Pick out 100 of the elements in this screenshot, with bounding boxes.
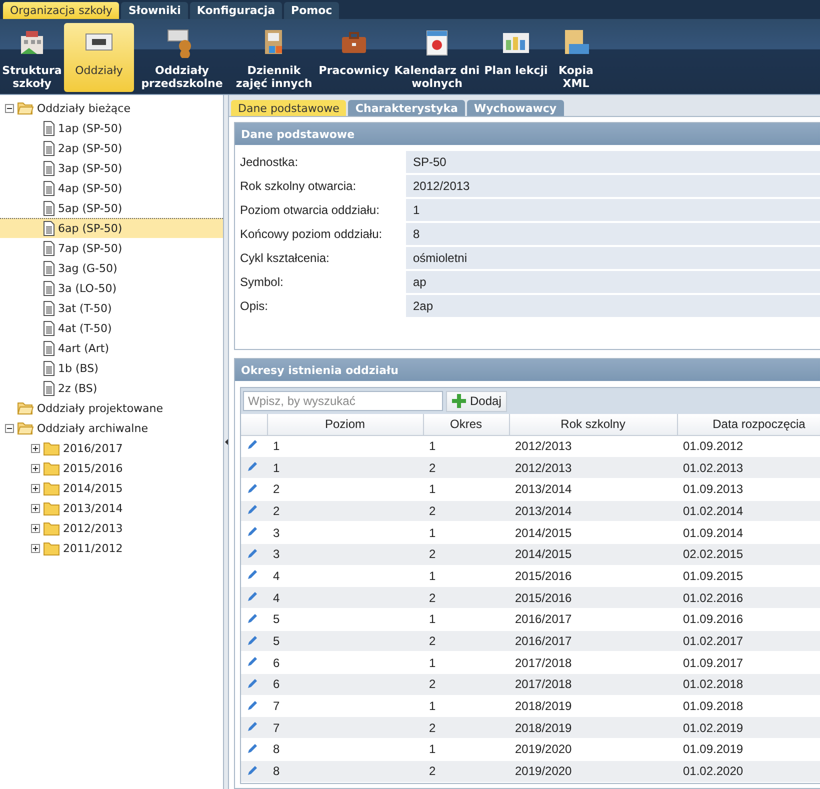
pencil-icon[interactable] (247, 676, 259, 689)
tree-item[interactable]: 2015/2016 (0, 458, 223, 478)
toolbar-button[interactable]: Dziennik zajęć innych (230, 23, 318, 92)
collapse-icon[interactable] (5, 104, 14, 113)
tree-item[interactable]: Oddziały projektowane (0, 398, 223, 418)
table-cell: 1 (267, 456, 423, 478)
table-cell: 2 (267, 478, 423, 500)
tree-item[interactable]: 2014/2015 (0, 478, 223, 498)
menu-tab[interactable]: Organizacja szkoły (3, 2, 120, 19)
tree-item[interactable]: 3ag (G-50) (0, 258, 223, 278)
tree-item[interactable]: 2ap (SP-50) (0, 138, 223, 158)
pencil-icon[interactable] (247, 590, 259, 602)
field-value: 2ap (406, 295, 820, 317)
tree-item[interactable]: 3ap (SP-50) (0, 158, 223, 178)
tree-item[interactable]: 2013/2014 (0, 498, 223, 518)
document-icon (43, 221, 55, 236)
pencil-icon[interactable] (247, 634, 259, 646)
pencil-icon[interactable] (247, 698, 259, 711)
table-cell: 01.02.2013 (677, 456, 820, 478)
expand-icon[interactable] (31, 524, 40, 533)
pencil-icon[interactable] (247, 482, 259, 494)
menu-tab[interactable]: Słowniki (121, 2, 188, 19)
pencil-icon[interactable] (247, 525, 259, 538)
tree-item[interactable]: 7ap (SP-50) (0, 238, 223, 258)
toolbar-button[interactable]: Kalendarz dni wolnych (390, 23, 484, 92)
toolbar-button[interactable]: Plan lekcji (484, 23, 548, 92)
toolbar-button[interactable]: Struktura szkoły (0, 23, 64, 92)
tree-item[interactable]: 2011/2012 (0, 538, 223, 558)
toolbar-button[interactable]: Kopia XML (548, 23, 604, 92)
menu-tab[interactable]: Pomoc (284, 2, 340, 19)
pencil-icon[interactable] (247, 720, 259, 732)
document-icon (43, 301, 55, 316)
tree-item[interactable]: 2012/2013 (0, 518, 223, 538)
field-value: 8 (406, 223, 820, 245)
expand-icon[interactable] (31, 484, 40, 493)
pencil-icon[interactable] (247, 503, 259, 516)
table-cell: 2019/2020 (509, 760, 677, 782)
table-cell: 01.02.2020 (677, 760, 820, 782)
tree-item[interactable]: 4ap (SP-50) (0, 178, 223, 198)
table-cell: 3 (267, 543, 423, 566)
toolbar-button[interactable]: Pracownicy (318, 23, 390, 92)
field-label: Końcowy poziom oddziału: (240, 226, 384, 243)
panel-title: Dane podstawowe (235, 123, 820, 145)
field-value: 2012/2013 (406, 175, 820, 197)
search-field[interactable]: Wpisz, by wyszukać (243, 391, 443, 411)
document-icon (43, 281, 55, 296)
pencil-icon[interactable] (247, 764, 259, 776)
table-cell: 01.02.2018 (677, 674, 820, 696)
document-icon (43, 321, 55, 336)
toolbar-button[interactable]: Oddziały przedszkolne (134, 23, 230, 92)
expand-icon[interactable] (31, 504, 40, 513)
collapse-icon[interactable] (5, 424, 14, 433)
column-header[interactable]: Okres (423, 414, 509, 435)
table-cell: 1 (423, 522, 509, 544)
pencil-icon[interactable] (247, 742, 259, 754)
tree-item[interactable]: Oddziały bieżące (0, 98, 223, 118)
expand-icon[interactable] (31, 444, 40, 453)
table-cell: 2 (423, 543, 509, 566)
column-header[interactable]: Data rozpoczęcia (677, 414, 820, 435)
document-icon (43, 141, 55, 156)
menu-tab[interactable]: Konfiguracja (190, 2, 282, 19)
open-folder-icon (17, 401, 34, 416)
tree-item[interactable]: Oddziały archiwalne (0, 418, 223, 438)
field-label: Rok szkolny otwarcia: (240, 178, 358, 195)
pencil-icon[interactable] (247, 460, 259, 472)
column-header[interactable]: Rok szkolny (509, 414, 677, 435)
pencil-icon[interactable] (247, 655, 259, 668)
tree-item[interactable]: 4art (Art) (0, 338, 223, 358)
toolbar-button[interactable]: Oddziały (64, 23, 134, 92)
table-cell: 2014/2015 (509, 522, 677, 544)
expand-icon[interactable] (31, 544, 40, 553)
field-label: Poziom otwarcia oddziału: (240, 202, 380, 219)
tree-item[interactable]: 2z (BS) (0, 378, 223, 398)
tree-item[interactable]: 6ap (SP-50) (0, 218, 223, 238)
tree-item[interactable]: 3at (T-50) (0, 298, 223, 318)
tree-item[interactable]: 5ap (SP-50) (0, 198, 223, 218)
add-button[interactable]: Dodaj (446, 390, 508, 412)
document-icon (43, 341, 55, 356)
table-cell: 01.09.2014 (677, 522, 820, 544)
tree-item[interactable]: 1b (BS) (0, 358, 223, 378)
table-cell: 6 (267, 674, 423, 696)
table-cell: 8 (267, 760, 423, 782)
document-icon (43, 181, 55, 196)
pencil-icon[interactable] (247, 546, 259, 559)
table-cell: 2 (423, 760, 509, 782)
tree-item[interactable]: 4at (T-50) (0, 318, 223, 338)
pencil-icon[interactable] (247, 568, 259, 580)
pencil-icon[interactable] (247, 612, 259, 624)
table-cell: 1 (423, 608, 509, 630)
tree-item[interactable]: 1ap (SP-50) (0, 118, 223, 138)
tree-item[interactable]: 2016/2017 (0, 438, 223, 458)
tree-item[interactable]: 3a (LO-50) (0, 278, 223, 298)
column-header[interactable]: Poziom (267, 414, 423, 435)
folder-icon (43, 441, 60, 456)
table-cell: 8 (267, 738, 423, 760)
open-folder-icon (17, 101, 34, 116)
pencil-icon[interactable] (247, 438, 259, 450)
table-cell: 2 (423, 456, 509, 478)
tab[interactable]: Dane podstawowe (231, 100, 346, 116)
expand-icon[interactable] (31, 464, 40, 473)
